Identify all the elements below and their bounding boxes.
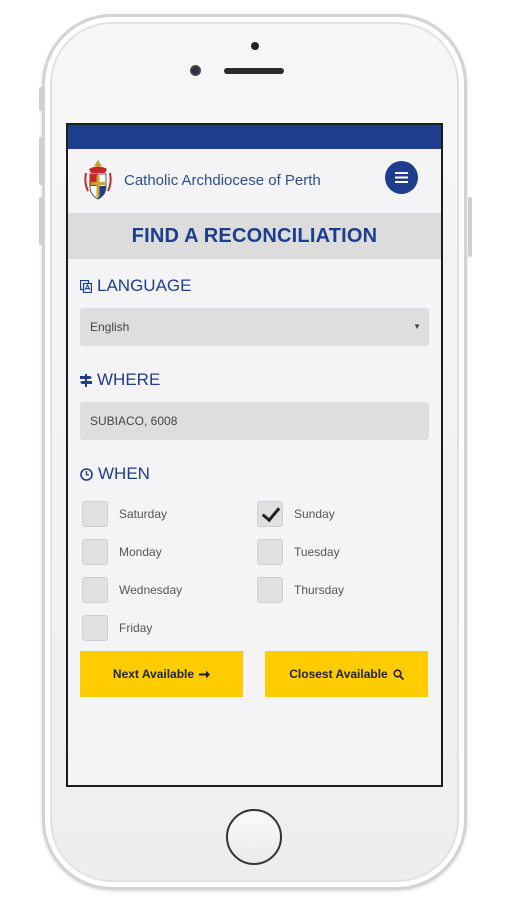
language-icon [80, 279, 92, 293]
day-sunday[interactable]: Sunday [257, 501, 335, 527]
next-available-button[interactable]: Next Available [80, 651, 243, 697]
app-screen: Catholic Archdiocese of Perth FIND A REC… [66, 123, 443, 787]
chevron-down-icon: ▼ [413, 322, 421, 331]
when-label: WHEN [80, 464, 150, 484]
next-available-label: Next Available [112, 667, 195, 681]
home-button[interactable] [226, 809, 282, 865]
saturday-checkbox[interactable] [82, 501, 108, 527]
hamburger-icon [395, 172, 408, 183]
location-input[interactable]: SUBIACO, 6008 [80, 402, 429, 440]
monday-checkbox[interactable] [82, 539, 108, 565]
where-label: WHERE [80, 370, 160, 390]
front-camera [190, 65, 201, 76]
day-label: Sunday [294, 507, 335, 521]
location-value: SUBIACO, 6008 [90, 414, 178, 428]
wednesday-checkbox[interactable] [82, 577, 108, 603]
volume-down-button [39, 197, 43, 245]
day-label: Monday [119, 545, 162, 559]
language-selected-value: English [90, 320, 130, 334]
page-title-bar: FIND A RECONCILIATION [68, 213, 441, 259]
top-color-bar [68, 125, 441, 149]
menu-button[interactable] [385, 161, 418, 194]
day-label: Thursday [294, 583, 345, 597]
mute-switch [39, 87, 43, 111]
day-friday[interactable]: Friday [82, 615, 152, 641]
when-label-text: WHEN [98, 464, 150, 483]
language-label: LANGUAGE [80, 276, 191, 296]
closest-available-button[interactable]: Closest Available [265, 651, 428, 697]
day-tuesday[interactable]: Tuesday [257, 539, 340, 565]
day-label: Friday [119, 621, 153, 635]
language-select[interactable]: English ▼ [80, 308, 429, 346]
friday-checkbox[interactable] [82, 615, 108, 641]
day-thursday[interactable]: Thursday [257, 577, 344, 603]
site-header: Catholic Archdiocese of Perth [68, 149, 441, 213]
day-label: Wednesday [119, 583, 183, 597]
day-monday[interactable]: Monday [82, 539, 162, 565]
sunday-checkbox[interactable] [257, 501, 283, 527]
language-label-text: LANGUAGE [97, 276, 192, 295]
page-title: FIND A RECONCILIATION [131, 224, 378, 247]
earpiece-speaker [224, 68, 284, 74]
thursday-checkbox[interactable] [257, 577, 283, 603]
closest-available-label: Closest Available [289, 667, 388, 681]
day-wednesday[interactable]: Wednesday [82, 577, 182, 603]
day-saturday[interactable]: Saturday [82, 501, 167, 527]
where-label-text: WHERE [97, 370, 161, 389]
power-button [468, 197, 472, 257]
arrow-right-icon [199, 670, 211, 678]
search-icon [393, 668, 404, 680]
clock-icon [80, 467, 93, 481]
site-name[interactable]: Catholic Archdiocese of Perth [124, 172, 321, 189]
day-label: Saturday [119, 507, 168, 521]
front-sensor [251, 42, 259, 50]
archdiocese-crest-logo[interactable] [82, 159, 114, 201]
tuesday-checkbox[interactable] [257, 539, 283, 565]
day-label: Tuesday [294, 545, 340, 559]
signpost-icon [80, 373, 92, 387]
volume-up-button [39, 137, 43, 185]
